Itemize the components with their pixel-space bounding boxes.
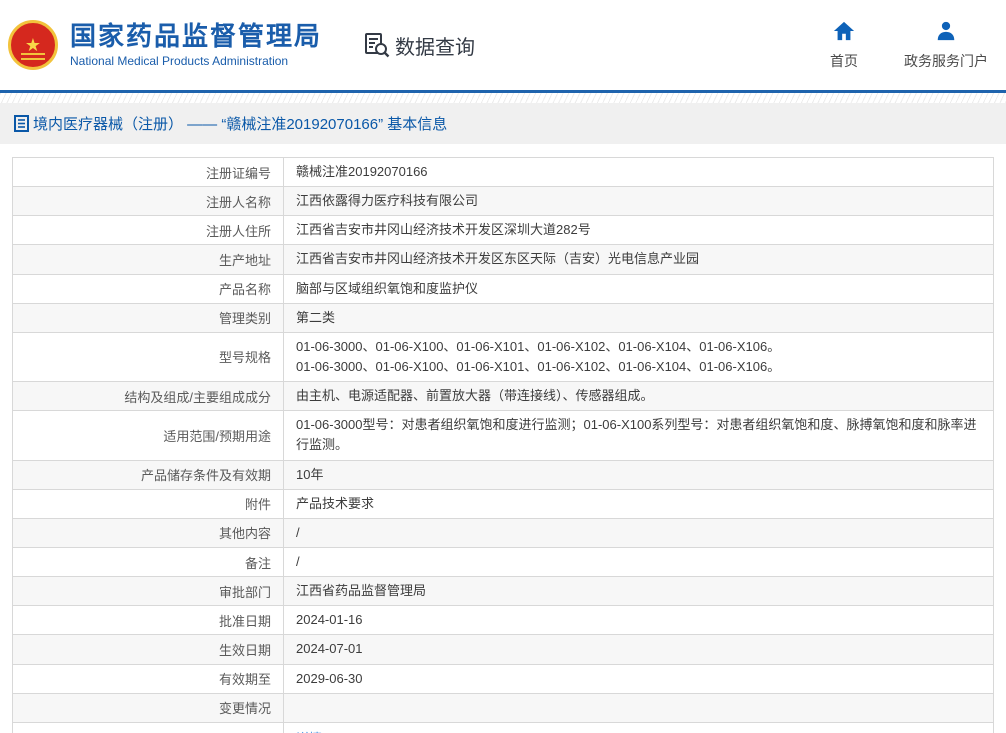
row-value: 江西省药品监督管理局 (296, 583, 427, 599)
data-query-label: 数据查询 (395, 36, 476, 59)
table-row-note: 注 详情 (13, 722, 993, 733)
table-row: 备注 / (13, 547, 993, 578)
row-label: 适用范围/预期用途 (13, 411, 284, 460)
table-row: 管理类别 第二类 (13, 303, 993, 333)
row-value: 第二类 (296, 309, 336, 325)
row-value: 2024-01-16 (296, 612, 363, 628)
table-row: 附件 产品技术要求 (13, 489, 993, 519)
row-label: 审批部门 (13, 577, 284, 606)
nav-home[interactable]: 首页 (830, 20, 858, 71)
table-row: 注册证编号 赣械注准20192070166 (13, 158, 993, 188)
row-value: 2029-06-30 (296, 670, 363, 686)
row-label: 批准日期 (13, 606, 284, 635)
row-value: 江西省吉安市井冈山经济技术开发区东区天际（吉安）光电信息产业园 (296, 251, 700, 267)
row-value: 赣械注准20192070166 (296, 164, 428, 179)
row-value: 产品技术要求 (296, 495, 375, 511)
table-row: 产品名称 脑部与区域组织氧饱和度监护仪 (13, 274, 993, 304)
row-label: 结构及组成/主要组成成分 (13, 382, 284, 411)
table-row: 注册人住所 江西省吉安市井冈山经济技术开发区深圳大道282号 (13, 216, 993, 246)
row-label: 附件 (13, 489, 284, 518)
row-label: 变更情况 (13, 693, 284, 722)
row-value: 脑部与区域组织氧饱和度监护仪 (296, 280, 479, 296)
data-query-section[interactable]: 数据查询 (364, 31, 475, 60)
row-value: 由主机、电源适配器、前置放大器（带连接线）、传感器组成。 (296, 388, 654, 404)
agency-title-en: National Medical Products Administration (70, 53, 289, 68)
page-title: 境内医疗器械（注册） —— “赣械注准20192070166” 基本信息 (33, 116, 448, 133)
row-value: 江西省吉安市井冈山经济技术开发区深圳大道282号 (296, 222, 591, 238)
table-row: 生产地址 江西省吉安市井冈山经济技术开发区东区天际（吉安）光电信息产业园 (13, 245, 993, 275)
row-label: 注册证编号 (13, 158, 284, 187)
table-row: 结构及组成/主要组成成分 由主机、电源适配器、前置放大器（带连接线）、传感器组成… (13, 382, 993, 412)
breadcrumb-bar: 境内医疗器械（注册） —— “赣械注准20192070166” 基本信息 (0, 103, 1006, 144)
registration-info-table: 注册证编号 赣械注准20192070166 注册人名称 江西依露得力医疗科技有限… (12, 157, 994, 733)
row-value: / (296, 553, 300, 569)
row-label: 注 (13, 722, 284, 733)
row-label: 备注 (13, 547, 284, 577)
row-value: 江西依露得力医疗科技有限公司 (296, 193, 479, 209)
page-header: ★ 国家药品监督管理局 National Medical Products Ad… (0, 0, 1006, 90)
table-row: 型号规格 01-06-3000、01-06-X100、01-06-X101、01… (13, 332, 993, 383)
emblem-star-icon: ★ (24, 35, 42, 55)
row-label: 产品名称 (13, 274, 284, 303)
data-query-icon (365, 33, 390, 58)
row-label: 产品储存条件及有效期 (13, 460, 284, 489)
home-icon (833, 21, 855, 40)
table-row: 生效日期 2024-07-01 (13, 635, 993, 665)
row-label: 有效期至 (13, 664, 284, 693)
row-value: 2024-07-01 (296, 641, 363, 657)
nav-home-label: 首页 (830, 52, 858, 69)
row-label: 注册人名称 (13, 187, 284, 216)
doc-list-icon (14, 115, 29, 132)
agency-title-cn: 国家药品监督管理局 (70, 21, 323, 52)
row-value: 10年 (296, 466, 324, 482)
table-row: 批准日期 2024-01-16 (13, 606, 993, 636)
national-emblem-logo: ★ (8, 20, 58, 70)
row-value: 01-06-3000、01-06-X100、01-06-X101、01-06-X… (296, 338, 781, 374)
table-row: 审批部门 江西省药品监督管理局 (13, 577, 993, 607)
row-label: 生效日期 (13, 635, 284, 664)
table-row: 产品储存条件及有效期 10年 (13, 460, 993, 490)
row-value: / (296, 524, 300, 540)
row-value: 01-06-3000型号：对患者组织氧饱和度进行监测；01-06-X100系列型… (296, 417, 977, 453)
row-label: 其他内容 (13, 518, 284, 547)
emblem-gate-icon (21, 53, 45, 60)
nav-gov-portal-label: 政务服务门户 (904, 52, 988, 69)
table-row: 注册人名称 江西依露得力医疗科技有限公司 (13, 187, 993, 217)
person-icon (937, 21, 955, 40)
table-row: 有效期至 2029-06-30 (13, 664, 993, 694)
row-label: 生产地址 (13, 245, 284, 274)
detail-link[interactable]: 详情 (296, 729, 322, 733)
row-label: 管理类别 (13, 303, 284, 332)
table-row: 其他内容 / (13, 518, 993, 548)
agency-logo-text: 国家药品监督管理局 National Medical Products Admi… (70, 21, 323, 68)
table-row: 适用范围/预期用途 01-06-3000型号：对患者组织氧饱和度进行监测；01-… (13, 411, 993, 461)
row-label: 注册人住所 (13, 216, 284, 245)
table-row: 变更情况 (13, 693, 993, 723)
row-label: 型号规格 (13, 332, 284, 382)
row-value: 详情 (284, 723, 993, 733)
row-value (284, 694, 993, 722)
nav-gov-portal[interactable]: 政务服务门户 (904, 20, 988, 71)
hatched-strip (0, 93, 1006, 103)
